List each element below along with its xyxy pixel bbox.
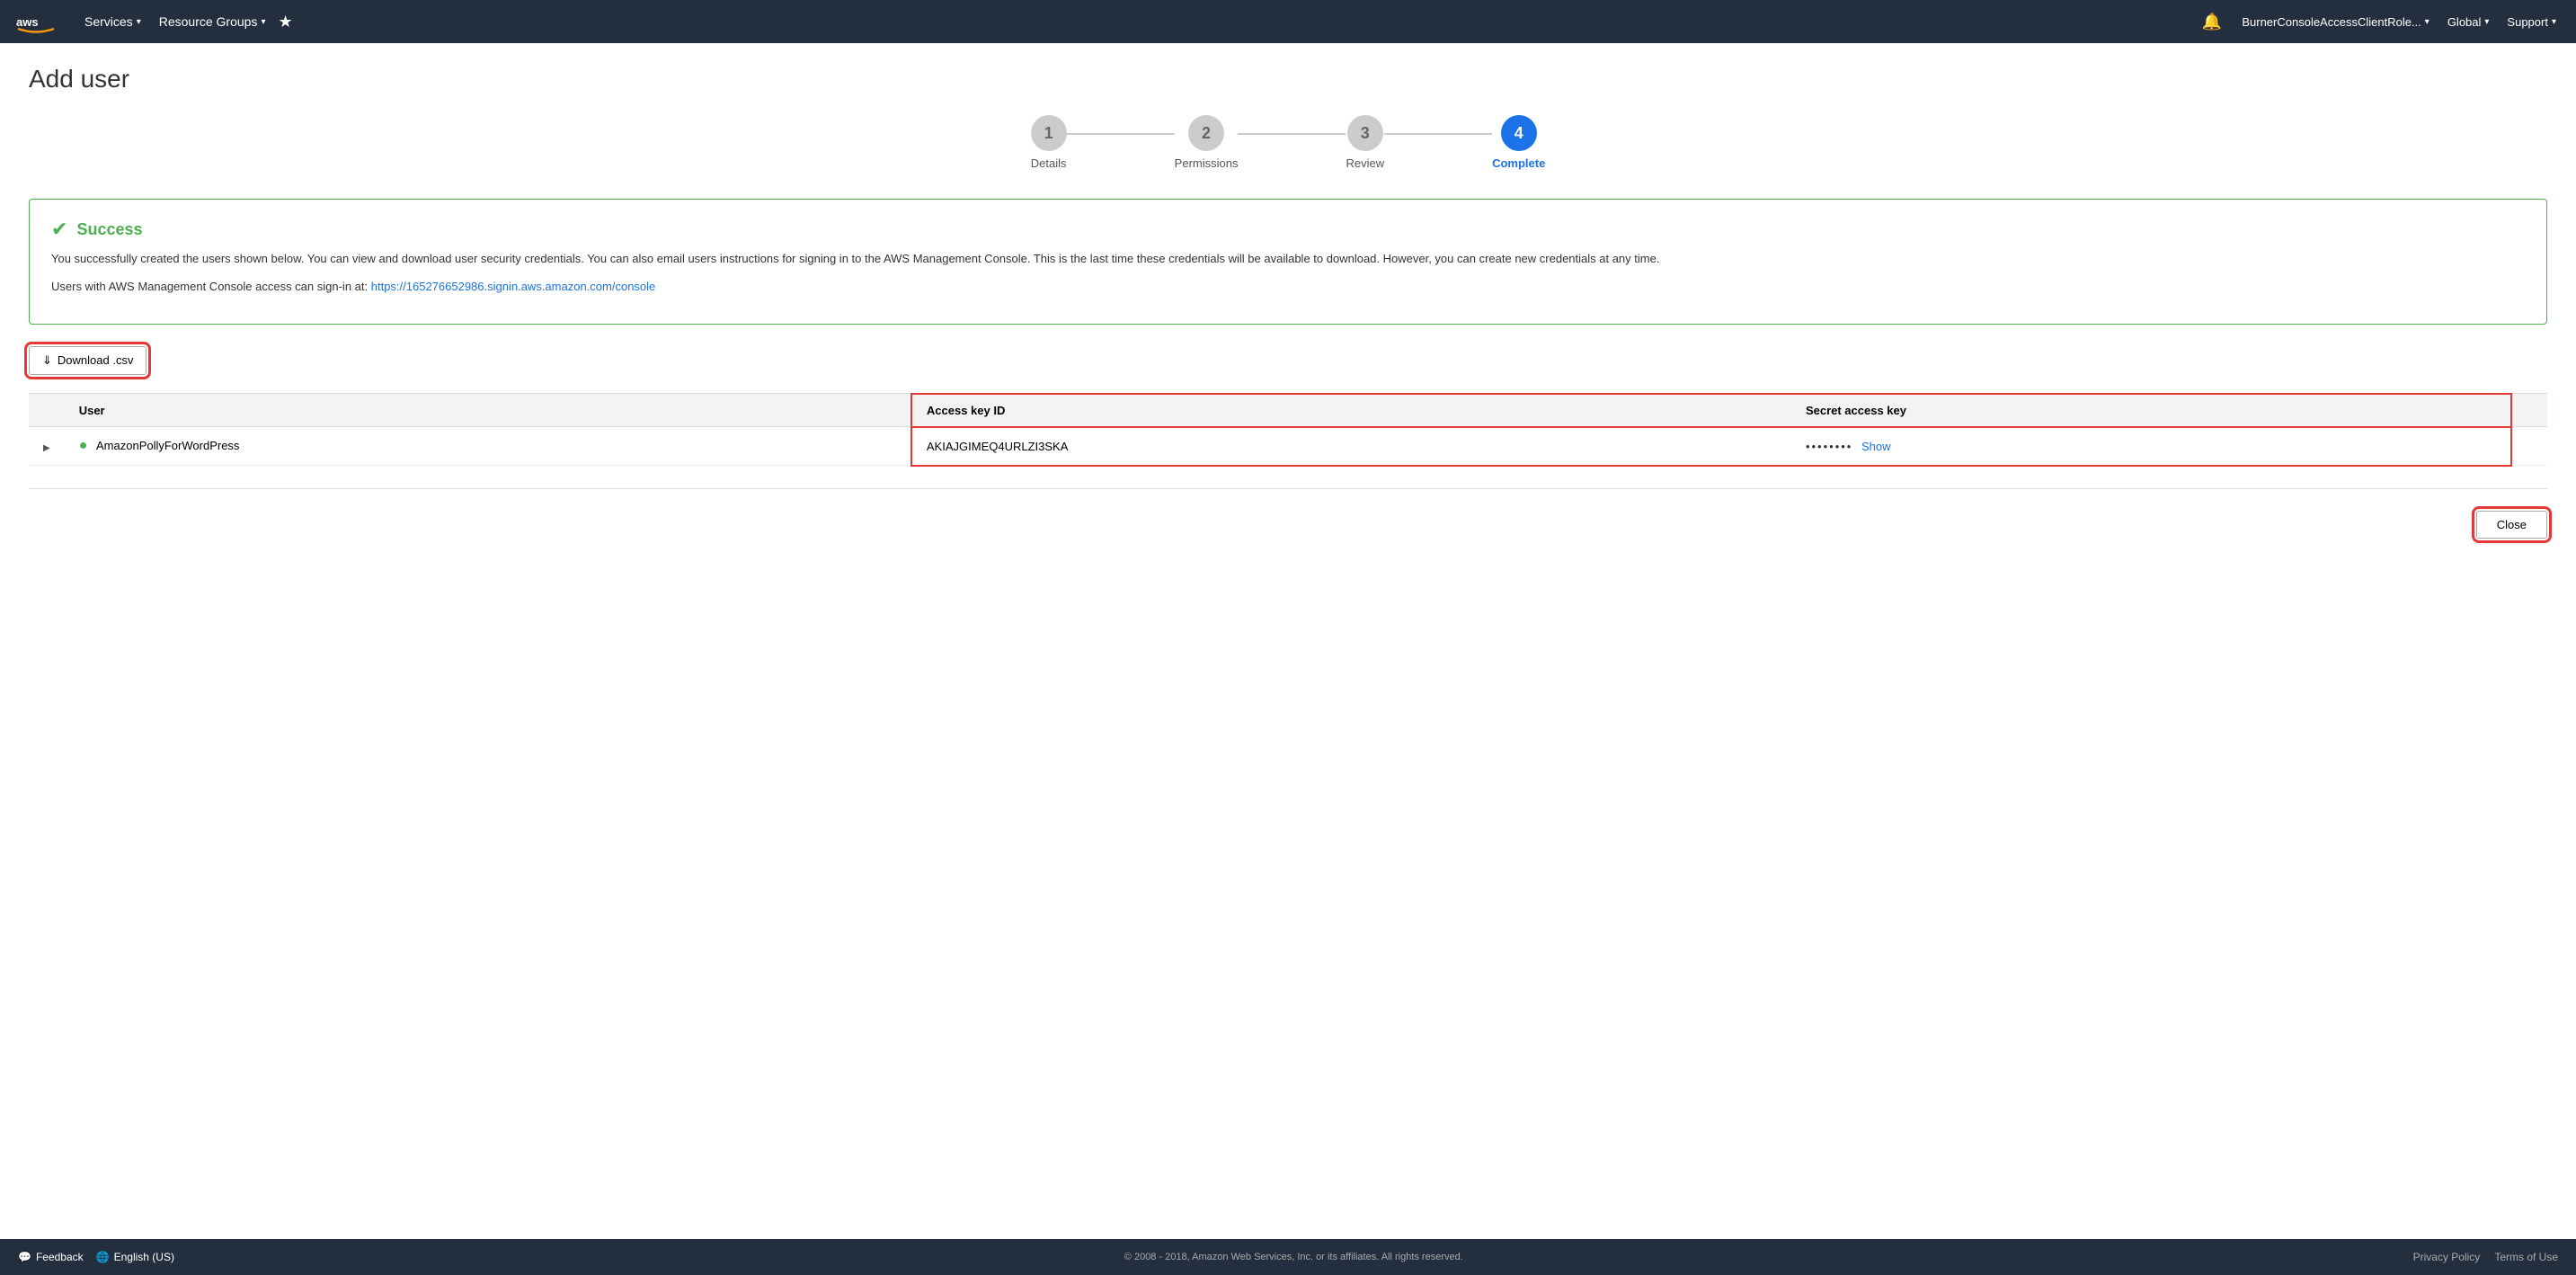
- services-caret-icon: ▾: [137, 17, 141, 27]
- td-user: ● AmazonPollyForWordPress: [65, 427, 911, 466]
- footer-right: Privacy Policy Terms of Use: [2413, 1251, 2558, 1263]
- step-4-circle: 4: [1501, 115, 1537, 151]
- th-secret-access-key: Secret access key: [1791, 394, 2511, 427]
- secret-key-dots: ••••••••: [1806, 440, 1852, 453]
- td-row-action: [2511, 427, 2547, 466]
- step-4-label: Complete: [1492, 156, 1545, 170]
- table-row: ▶ ● AmazonPollyForWordPress AKIAJGIMEQ4U…: [29, 427, 2547, 466]
- step-2: 2 Permissions: [1175, 115, 1239, 170]
- expand-row-icon[interactable]: ▶: [43, 443, 50, 453]
- support-caret-icon: ▾: [2552, 17, 2556, 27]
- resource-groups-menu[interactable]: Resource Groups ▾: [150, 0, 275, 43]
- step-4: 4 Complete: [1492, 115, 1545, 170]
- success-console-line: Users with AWS Management Console access…: [51, 278, 2525, 297]
- feedback-button[interactable]: 💬 Feedback: [18, 1251, 84, 1263]
- footer: 💬 Feedback 🌐 English (US) © 2008 - 2018,…: [0, 1239, 2576, 1275]
- step-1: 1 Details: [1031, 115, 1067, 170]
- step-2-label: Permissions: [1175, 156, 1239, 170]
- users-table: User Access key ID Secret access key ▶ ●…: [29, 393, 2547, 467]
- navbar: aws Services ▾ Resource Groups ▾ ★ 🔔 Bur…: [0, 0, 2576, 43]
- pin-icon[interactable]: ★: [278, 13, 292, 31]
- th-access-key-id: Access key ID: [911, 394, 1791, 427]
- step-connector-1: [1067, 133, 1175, 135]
- account-caret-icon: ▾: [2425, 17, 2429, 27]
- success-body-text: You successfully created the users shown…: [51, 250, 2525, 269]
- step-connector-2: [1238, 133, 1346, 135]
- user-success-icon: ●: [79, 438, 88, 453]
- step-3-label: Review: [1346, 156, 1384, 170]
- step-2-circle: 2: [1188, 115, 1224, 151]
- td-secret-access-key: •••••••• Show: [1791, 427, 2511, 466]
- success-title: Success: [76, 220, 142, 239]
- terms-of-use-link[interactable]: Terms of Use: [2494, 1251, 2558, 1263]
- success-check-icon: ✔: [51, 218, 67, 241]
- divider: [29, 488, 2547, 489]
- main-content: Add user 1 Details 2 Permissions 3 Revie…: [0, 43, 2576, 1239]
- globe-icon: 🌐: [96, 1251, 110, 1263]
- step-connector-3: [1384, 133, 1492, 135]
- step-1-label: Details: [1031, 156, 1067, 170]
- success-banner: ✔ Success You successfully created the u…: [29, 199, 2547, 325]
- navbar-right: 🔔 BurnerConsoleAccessClientRole... ▾ Glo…: [2202, 13, 2562, 31]
- step-3-circle: 3: [1347, 115, 1383, 151]
- close-button-wrap: Close: [29, 511, 2547, 546]
- footer-copyright: © 2008 - 2018, Amazon Web Services, Inc.…: [1124, 1252, 1463, 1262]
- page-title: Add user: [29, 65, 2547, 94]
- th-user: User: [65, 394, 911, 427]
- td-access-key-id: AKIAJGIMEQ4URLZI3SKA: [911, 427, 1791, 466]
- step-3: 3 Review: [1346, 115, 1384, 170]
- svg-text:aws: aws: [16, 15, 39, 29]
- success-header: ✔ Success: [51, 218, 2525, 241]
- show-secret-key-link[interactable]: Show: [1861, 440, 1891, 453]
- download-csv-button[interactable]: ⇓ Download .csv: [29, 346, 147, 375]
- locale-selector[interactable]: 🌐 English (US): [96, 1251, 174, 1263]
- account-menu[interactable]: BurnerConsoleAccessClientRole... ▾: [2236, 15, 2434, 29]
- region-caret-icon: ▾: [2484, 17, 2489, 27]
- services-menu[interactable]: Services ▾: [76, 0, 150, 43]
- support-menu[interactable]: Support ▾: [2501, 15, 2562, 29]
- resource-groups-caret-icon: ▾: [261, 17, 265, 27]
- table-header-row: User Access key ID Secret access key: [29, 394, 2547, 427]
- region-menu[interactable]: Global ▾: [2442, 15, 2495, 29]
- th-action: [2511, 394, 2547, 427]
- console-signin-link[interactable]: https://165276652986.signin.aws.amazon.c…: [371, 280, 656, 293]
- th-expand: [29, 394, 65, 427]
- wizard-stepper: 1 Details 2 Permissions 3 Review 4 Compl…: [29, 115, 2547, 170]
- privacy-policy-link[interactable]: Privacy Policy: [2413, 1251, 2481, 1263]
- aws-logo[interactable]: aws: [14, 8, 58, 35]
- notifications-bell-icon[interactable]: 🔔: [2202, 13, 2222, 31]
- feedback-icon: 💬: [18, 1251, 31, 1263]
- td-expand: ▶: [29, 427, 65, 466]
- download-icon: ⇓: [42, 353, 52, 368]
- close-button[interactable]: Close: [2476, 511, 2547, 539]
- footer-left: 💬 Feedback 🌐 English (US): [18, 1251, 174, 1263]
- step-1-circle: 1: [1031, 115, 1067, 151]
